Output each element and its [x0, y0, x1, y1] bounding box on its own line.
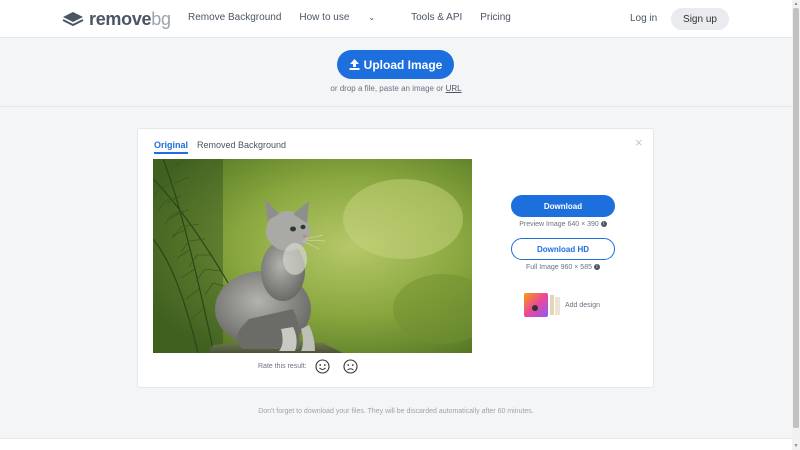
- layers-logo-icon: [62, 12, 84, 27]
- result-card: Original Removed Background × Rate this …: [137, 128, 654, 388]
- removebg-logo[interactable]: removebg: [62, 9, 171, 29]
- original-image: [153, 159, 472, 353]
- full-info-text: Full Image 960 × 585: [526, 264, 592, 271]
- upload-zone[interactable]: Upload Image or drop a file, paste an im…: [0, 39, 792, 107]
- discard-notice: Don't forget to download your files. The…: [258, 408, 534, 415]
- rate-label: Rate this result:: [258, 363, 307, 370]
- upload-image-button[interactable]: Upload Image: [337, 50, 454, 79]
- smiley-sad-icon[interactable]: [343, 359, 358, 374]
- nav-remove-background[interactable]: Remove Background: [188, 12, 281, 23]
- logo-text: removebg: [89, 8, 171, 29]
- close-icon[interactable]: ×: [635, 136, 643, 149]
- scrollbar-thumb[interactable]: [793, 8, 799, 428]
- footer-band: [0, 438, 792, 450]
- scroll-down-arrow-icon[interactable]: ▼: [792, 442, 800, 450]
- tab-removed-background[interactable]: Removed Background: [197, 140, 286, 154]
- signup-button[interactable]: Sign up: [671, 8, 729, 30]
- preview-info-text: Preview Image 640 × 390: [519, 221, 599, 228]
- result-tabs: Original Removed Background: [154, 140, 295, 154]
- upload-icon: [349, 59, 360, 70]
- add-design-label: Add design: [565, 301, 601, 309]
- rating-row: Rate this result:: [258, 359, 358, 374]
- upload-button-label: Upload Image: [363, 57, 443, 72]
- drop-hint-text: or drop a file, paste an image or: [330, 84, 444, 93]
- design-thumbnail-icon: [524, 293, 561, 317]
- chevron-down-icon: ⌄: [368, 13, 376, 22]
- info-icon[interactable]: i: [600, 221, 607, 228]
- main-nav: Remove Background How to use ⌄ Tools & AP…: [188, 12, 529, 23]
- login-link[interactable]: Log in: [630, 13, 657, 24]
- download-hd-button[interactable]: Download HD: [511, 238, 615, 260]
- nav-pricing[interactable]: Pricing: [480, 12, 511, 23]
- nav-how-to-use[interactable]: How to use ⌄: [299, 12, 393, 23]
- drop-hint: or drop a file, paste an image or URL: [0, 84, 792, 93]
- nav-tools-api[interactable]: Tools & API: [411, 12, 462, 23]
- full-image-info: Full Image 960 × 585 i: [481, 264, 645, 271]
- add-design-button[interactable]: Add design: [524, 293, 600, 317]
- top-navbar: removebg Remove Background How to use ⌄ T…: [0, 0, 792, 38]
- tab-original[interactable]: Original: [154, 140, 189, 154]
- url-link[interactable]: URL: [446, 84, 462, 93]
- info-icon[interactable]: i: [593, 264, 600, 271]
- preview-image-info: Preview Image 640 × 390 i: [481, 221, 645, 228]
- vertical-scrollbar[interactable]: ▲ ▼: [792, 0, 800, 450]
- scroll-up-arrow-icon[interactable]: ▲: [792, 0, 800, 8]
- download-button[interactable]: Download: [511, 195, 615, 217]
- smiley-happy-icon[interactable]: [315, 359, 330, 374]
